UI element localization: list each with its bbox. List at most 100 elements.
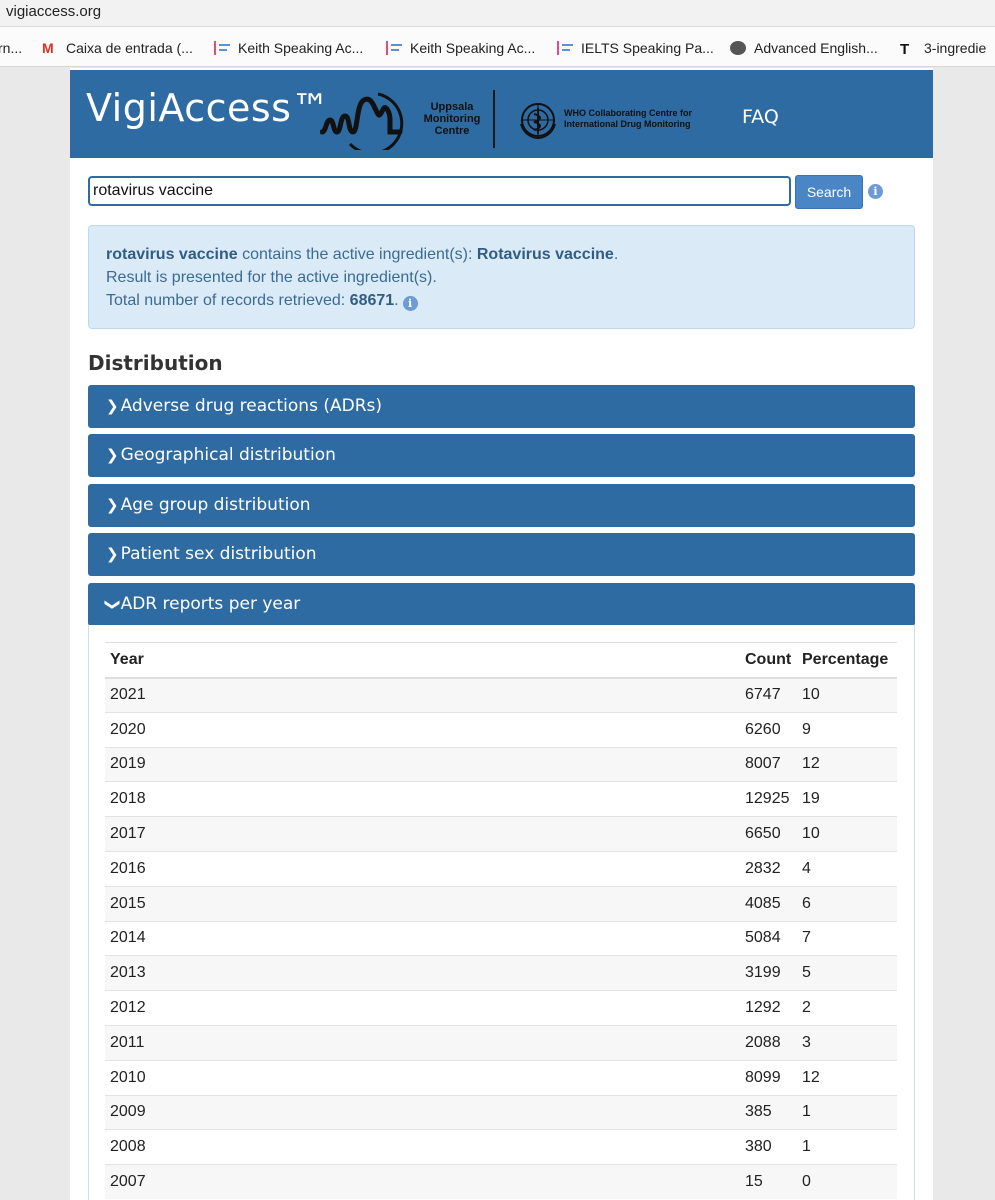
gmail-icon: M (42, 40, 54, 56)
bookmark-item[interactable]: rn... (0, 38, 22, 58)
cell-percentage: 9 (797, 711, 897, 748)
result-line-1: rotavirus vaccine contains the active in… (106, 243, 897, 266)
column-header-count[interactable]: Count (740, 642, 797, 679)
cell-count: 2088 (740, 1024, 797, 1061)
cell-count: 4085 (740, 885, 797, 922)
bookmark-item[interactable]: Advanced English... (730, 38, 878, 58)
info-icon[interactable]: i (402, 296, 418, 311)
cell-count: 380 (740, 1129, 797, 1165)
column-header-percentage[interactable]: Percentage (797, 642, 897, 679)
result-line-3: Total number of records retrieved: 68671… (106, 289, 897, 312)
total-count: 68671 (349, 292, 395, 309)
chevron-down-icon: ❯ (103, 598, 122, 611)
bookmark-label: Keith Speaking Ac... (238, 40, 364, 56)
who-emblem-icon[interactable] (518, 100, 558, 140)
chevron-right-icon: ❯ (106, 545, 119, 563)
bookmark-item[interactable]: T 3-ingredie (900, 38, 986, 58)
chevron-right-icon: ❯ (106, 496, 119, 514)
chevron-right-icon: ❯ (106, 397, 119, 415)
table-row: 2014 5084 7 (105, 920, 897, 956)
cell-percentage: 2 (797, 990, 897, 1026)
brand-title[interactable]: VigiAccess™ (86, 86, 330, 130)
accordion-patient-sex[interactable]: ❯ Patient sex distribution (88, 533, 915, 576)
accordion-geographical[interactable]: ❯ Geographical distribution (88, 434, 915, 477)
cell-count: 8099 (740, 1059, 797, 1096)
cell-count: 15 (740, 1164, 797, 1200)
bookmark-item[interactable]: Keith Speaking Ac... (386, 38, 535, 58)
bookmark-label: rn... (0, 40, 23, 56)
search-button[interactable]: Search (795, 175, 863, 209)
keith-icon (557, 41, 573, 55)
cell-year: 2011 (105, 1024, 740, 1061)
punctuation: . (613, 246, 619, 263)
cell-year: 2021 (105, 677, 740, 713)
cell-count: 385 (740, 1094, 797, 1130)
table-row: 2009 385 1 (105, 1094, 897, 1130)
bookmark-label: Keith Speaking Ac... (410, 40, 536, 56)
cell-percentage: 12 (797, 1059, 897, 1096)
cell-percentage: 10 (797, 677, 897, 713)
accordion-adr-per-year[interactable]: ❯ADR reports per year (88, 583, 915, 626)
cell-percentage: 4 (797, 850, 897, 887)
site-header: VigiAccess™ Uppsala Monitoring Centre WH… (70, 70, 933, 158)
table-row: 2015 4085 6 (105, 885, 897, 922)
cell-count: 3199 (740, 955, 797, 991)
column-header-year[interactable]: Year (105, 642, 740, 679)
cell-count: 2832 (740, 850, 797, 887)
cell-year: 2018 (105, 781, 740, 817)
cell-year: 2017 (105, 816, 740, 852)
url-text[interactable]: vigiaccess.org (6, 3, 101, 20)
cell-percentage: 12 (797, 746, 897, 782)
accordion-label: ADR reports per year (120, 594, 301, 614)
cell-count: 6747 (740, 677, 797, 713)
ingredient-text: Rotavirus vaccine (476, 246, 614, 263)
adr-per-year-table: Year Count Percentage 2021 6747 10 2020 6260… (105, 642, 897, 1200)
result-alert: rotavirus vaccine contains the active in… (88, 225, 915, 329)
bookmark-item[interactable]: M Caixa de entrada (... (42, 38, 193, 58)
bookmark-item[interactable]: Keith Speaking Ac... (214, 38, 363, 58)
who-label: WHO Collaborating Centre for Internation… (564, 108, 692, 129)
globe-icon (730, 41, 746, 55)
accordion-adrs[interactable]: ❯ Adverse drug reactions (ADRs) (88, 385, 915, 428)
table-row: 2021 6747 10 (105, 677, 897, 713)
keith-icon (386, 41, 402, 55)
cell-count: 8007 (740, 746, 797, 782)
table-row: 2012 1292 2 (105, 990, 897, 1026)
cell-percentage: 19 (797, 781, 897, 817)
cell-year: 2014 (105, 920, 740, 956)
cell-percentage: 1 (797, 1129, 897, 1165)
accordion-age-group[interactable]: ❯ Age group distribution (88, 484, 915, 527)
umc-label: Uppsala Monitoring Centre (423, 101, 481, 137)
cell-year: 2020 (105, 711, 740, 748)
table-row: 2020 6260 9 (105, 711, 897, 748)
cell-count: 1292 (740, 990, 797, 1026)
cell-percentage: 3 (797, 1024, 897, 1061)
accordion-label: Adverse drug reactions (ADRs) (120, 396, 382, 416)
table-row: 2008 380 1 (105, 1129, 897, 1165)
cell-year: 2007 (105, 1164, 740, 1200)
accordion-label: Patient sex distribution (120, 544, 317, 564)
cell-year: 2012 (105, 990, 740, 1026)
cell-count: 5084 (740, 920, 797, 956)
cell-year: 2009 (105, 1094, 740, 1130)
search-input[interactable] (88, 176, 791, 206)
info-icon[interactable]: i (868, 184, 883, 199)
result-text: contains the active ingredient(s): (237, 246, 477, 263)
cell-percentage: 6 (797, 885, 897, 922)
table-header-row: Year Count Percentage (105, 642, 897, 679)
bookmarks-bar: rn... M Caixa de entrada (... Keith Spea… (0, 27, 995, 67)
cell-count: 6260 (740, 711, 797, 748)
header-divider (493, 90, 495, 148)
cell-year: 2016 (105, 850, 740, 887)
table-body: 2021 6747 10 2020 6260 9 2019 8007 12 2018 12925 19… (105, 677, 897, 1200)
accordion-label: Age group distribution (120, 495, 311, 515)
bookmark-label: IELTS Speaking Pa... (581, 40, 714, 56)
table-row: 2011 2088 3 (105, 1024, 897, 1061)
bookmark-label: Advanced English... (754, 40, 878, 56)
umc-logo[interactable]: Uppsala Monitoring Centre (319, 90, 490, 155)
browser-url-bar[interactable]: vigiaccess.org (0, 0, 995, 27)
faq-link[interactable]: FAQ (742, 106, 779, 128)
cell-percentage: 5 (797, 955, 897, 991)
t-icon: T (900, 41, 910, 58)
bookmark-item[interactable]: IELTS Speaking Pa... (557, 38, 714, 58)
